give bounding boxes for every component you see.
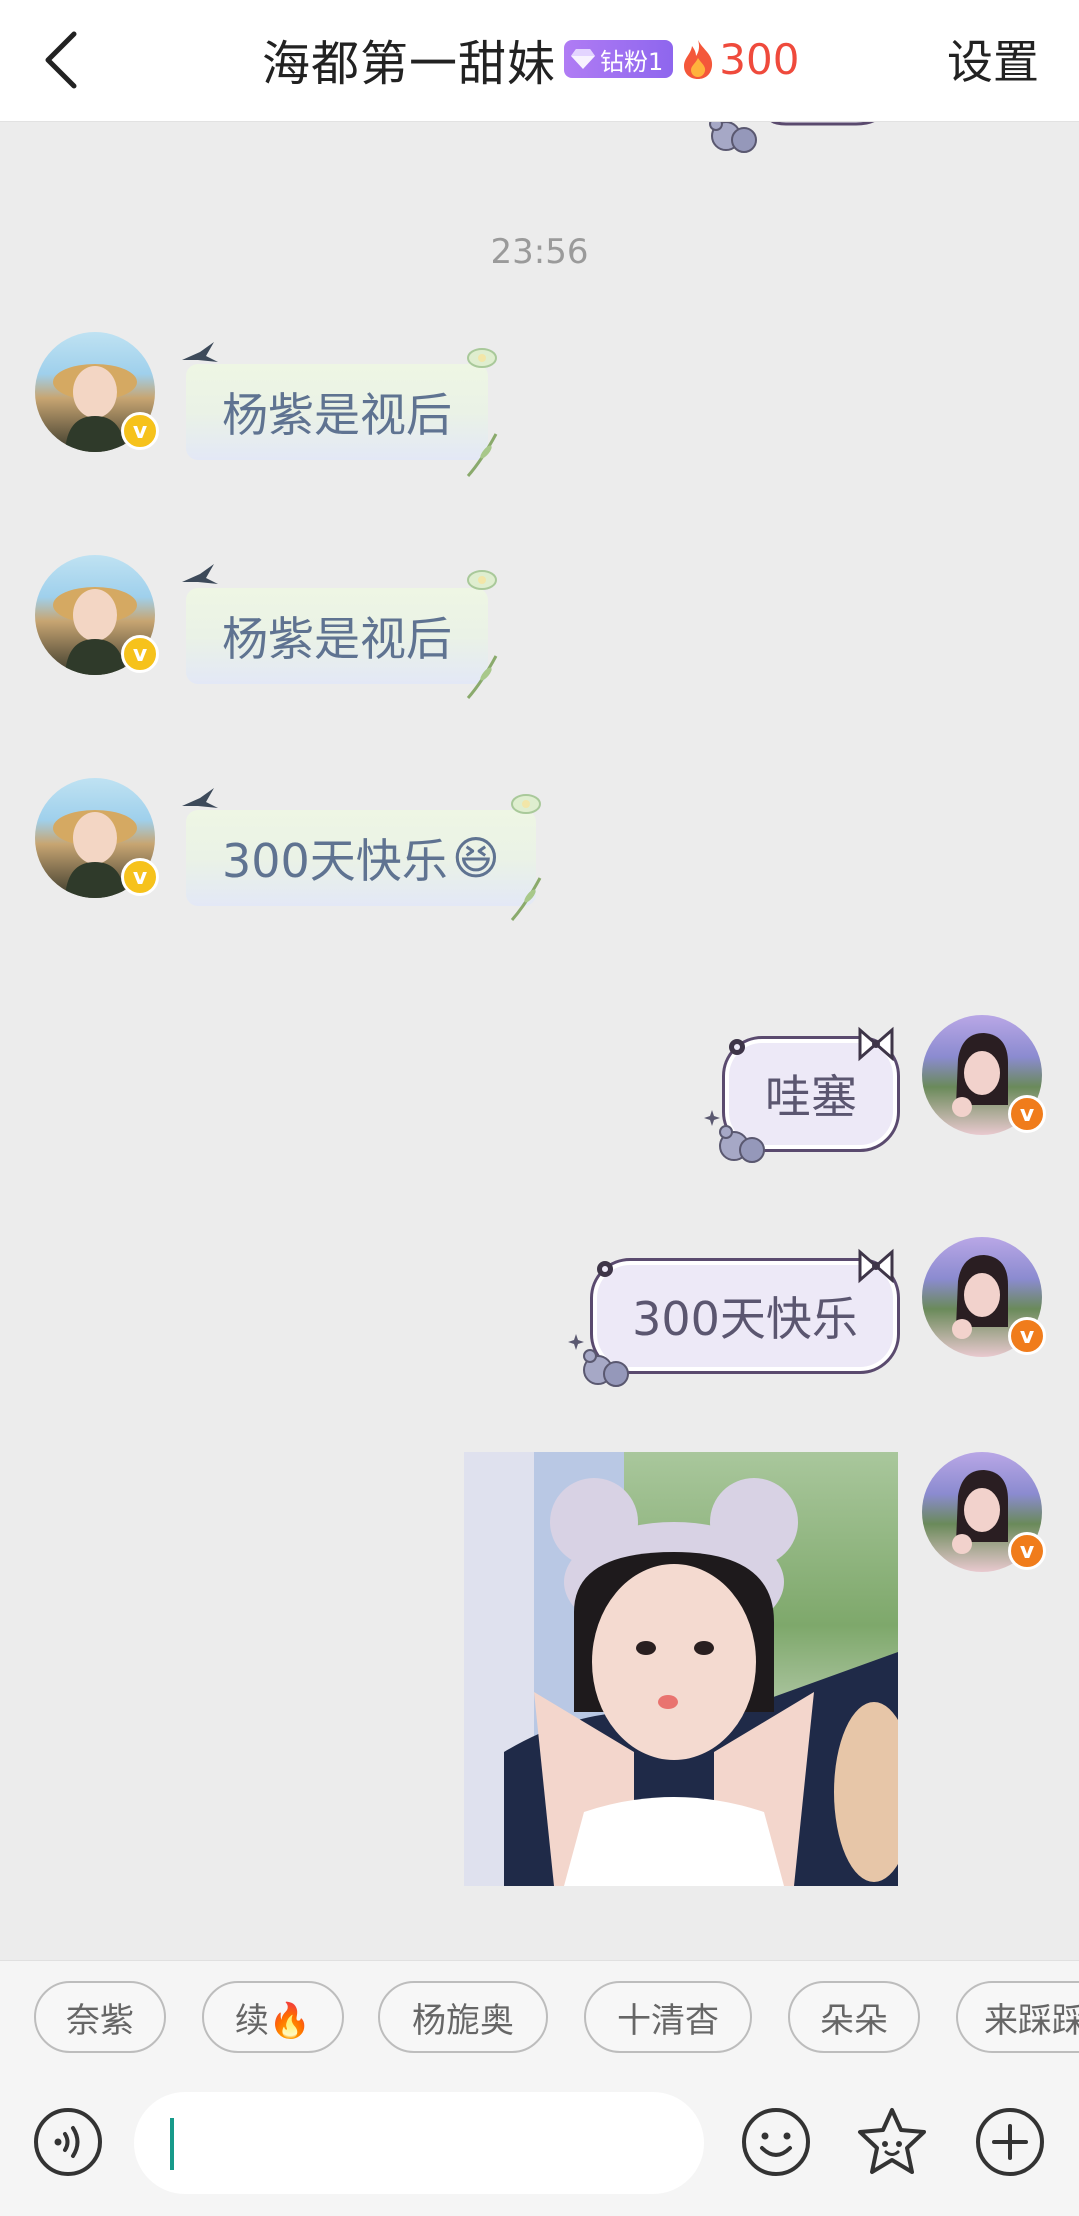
smiley-icon xyxy=(742,2108,810,2176)
my-avatar[interactable]: v xyxy=(922,1015,1046,1135)
small-flower-deco-icon xyxy=(594,1258,616,1284)
fire-streak: 300 xyxy=(681,35,799,84)
flower-deco-icon xyxy=(462,562,512,600)
quick-chip[interactable]: 朵朵 xyxy=(788,1981,920,2053)
diamond-icon xyxy=(571,49,596,69)
message-text: 哇塞 xyxy=(765,1070,857,1124)
more-button[interactable] xyxy=(974,2106,1046,2178)
quick-reply-bar: 奈紫 续🔥 杨旎奥 十清杳 朵朵 来踩踩 xyxy=(0,1960,1079,2070)
star-face-icon xyxy=(858,2108,926,2174)
bow-deco-icon xyxy=(856,1026,896,1066)
message-text: 杨紫是视后 xyxy=(222,612,452,666)
quick-chip[interactable]: 来踩踩 xyxy=(956,1981,1079,2053)
voice-button[interactable] xyxy=(32,2106,104,2178)
sender-avatar[interactable]: v xyxy=(35,778,159,898)
quick-chip[interactable]: 续🔥 xyxy=(202,1981,344,2053)
chevron-left-icon xyxy=(45,31,77,89)
fan-level-text: 钻粉1 xyxy=(600,47,664,76)
sticker-button[interactable] xyxy=(856,2106,928,2178)
verified-badge-icon: v xyxy=(121,412,159,450)
verified-badge-icon: v xyxy=(1008,1095,1046,1133)
message-input[interactable] xyxy=(134,2092,704,2194)
top-bar: 海都第一甜妹 钻粉1 300 设置 xyxy=(0,0,1079,122)
small-flower-deco-icon xyxy=(726,1036,748,1062)
message-text: 杨紫是视后 xyxy=(222,388,452,442)
bear-sticker-icon xyxy=(568,1332,638,1398)
plus-icon xyxy=(976,2108,1044,2176)
verified-badge-icon: v xyxy=(121,858,159,896)
message-text: 300天快乐 xyxy=(632,1292,858,1346)
quick-chip[interactable]: 十清杳 xyxy=(584,1981,752,2053)
settings-button[interactable]: 设置 xyxy=(947,26,1039,92)
message-text: 300天快乐 xyxy=(222,834,448,888)
quick-chip[interactable]: 杨旎奥 xyxy=(378,1981,548,2053)
my-avatar[interactable]: v xyxy=(922,1237,1046,1357)
quick-chip[interactable]: 奈紫 xyxy=(34,1981,166,2053)
fire-count: 300 xyxy=(719,34,800,84)
voice-icon xyxy=(34,2108,102,2176)
flower-deco-icon xyxy=(506,786,556,824)
sender-avatar[interactable]: v xyxy=(35,555,159,675)
flower-deco-icon xyxy=(462,340,512,378)
chat-title: 海都第一甜妹 xyxy=(262,36,557,92)
sender-avatar[interactable]: v xyxy=(35,332,159,452)
chat-screen: 海都第一甜妹 钻粉1 300 设置 23:56 v 杨紫是视后 v 杨紫是视后 … xyxy=(0,0,1079,2216)
verified-badge-icon: v xyxy=(1008,1532,1046,1570)
back-button[interactable] xyxy=(30,24,90,96)
laughing-emoji: 😆 xyxy=(451,831,500,885)
input-bar xyxy=(0,2070,1079,2216)
image-message[interactable] xyxy=(464,1452,898,1886)
message-timestamp: 23:56 xyxy=(490,232,589,272)
bow-deco-icon xyxy=(856,1248,896,1288)
leaf-deco-icon xyxy=(462,652,502,706)
leaf-deco-icon xyxy=(506,874,546,928)
message-bubble[interactable]: 杨紫是视后 xyxy=(186,364,488,460)
emoji-button[interactable] xyxy=(740,2106,812,2178)
message-bubble[interactable]: 300天快乐 😆 xyxy=(186,810,536,906)
message-bubble[interactable]: 杨紫是视后 xyxy=(186,588,488,684)
fire-icon xyxy=(684,40,713,79)
bear-sticker-icon xyxy=(704,1108,774,1174)
leaf-deco-icon xyxy=(462,430,502,484)
photo-girl-bear-ears xyxy=(464,1452,898,1886)
my-avatar[interactable]: v xyxy=(922,1452,1046,1572)
verified-badge-icon: v xyxy=(121,635,159,673)
text-caret xyxy=(170,2118,174,2170)
fan-level-badge: 钻粉1 xyxy=(564,40,674,78)
chat-title-group[interactable]: 海都第一甜妹 钻粉1 300 xyxy=(262,24,799,94)
verified-badge-icon: v xyxy=(1008,1317,1046,1355)
